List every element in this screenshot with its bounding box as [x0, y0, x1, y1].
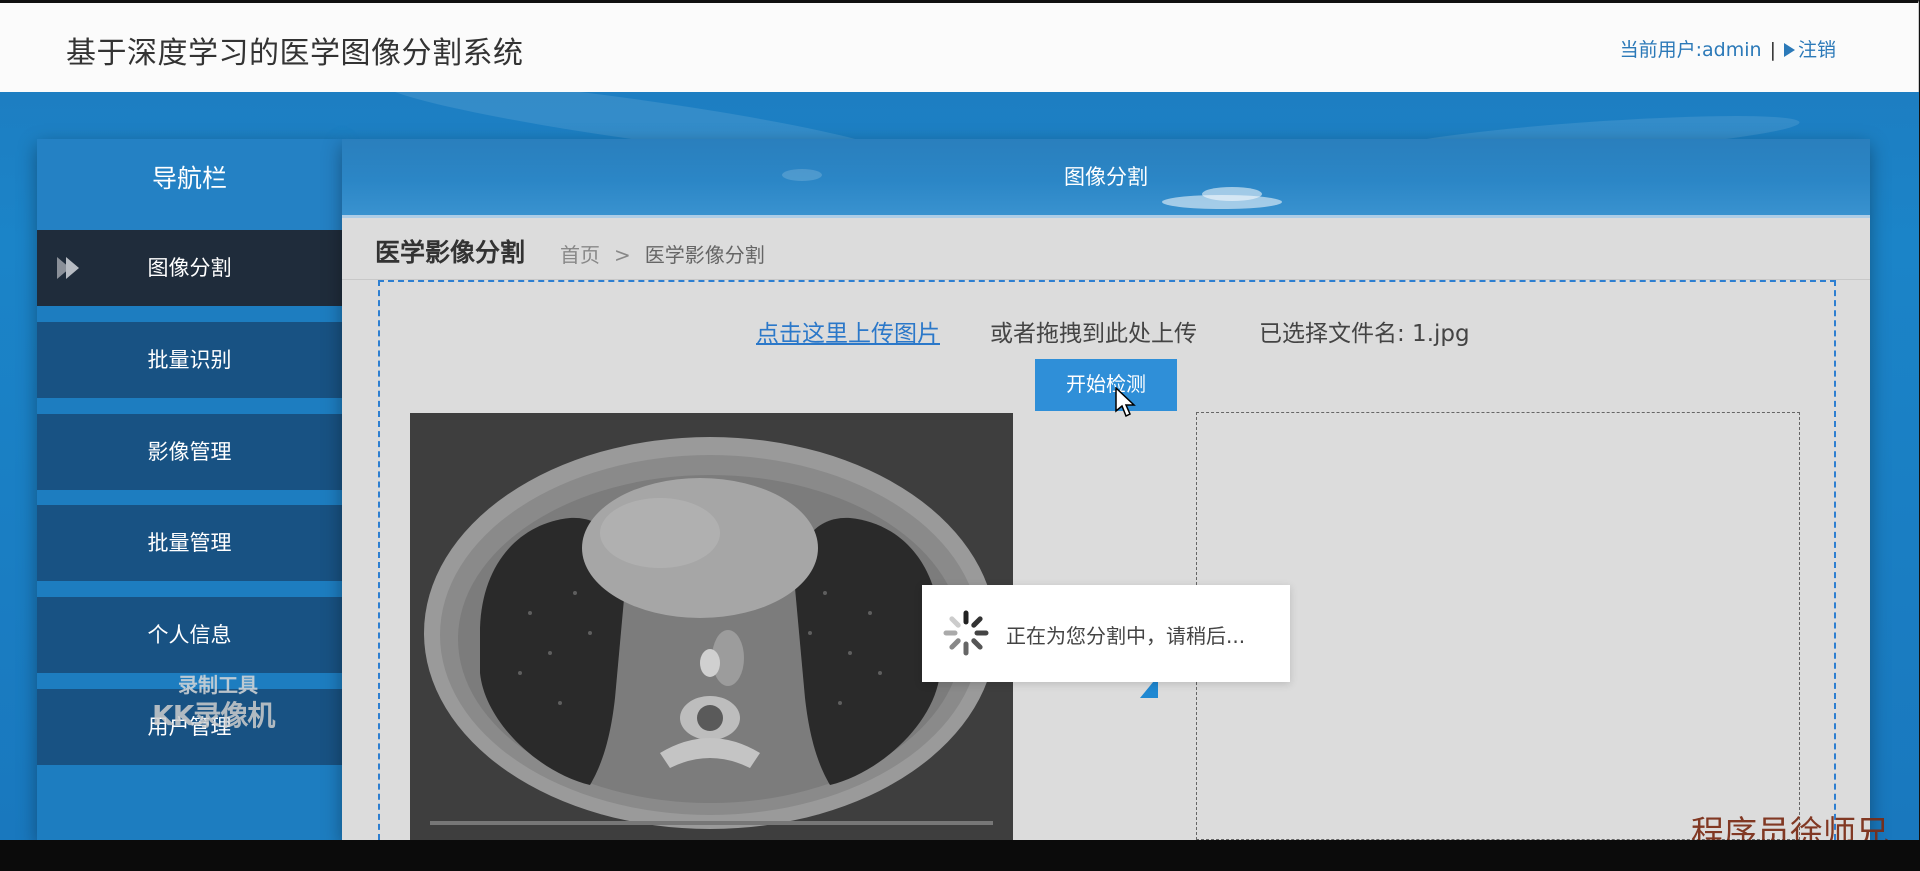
bottom-black-bar — [0, 840, 1920, 871]
current-user-label: 当前用户:admin — [1619, 39, 1762, 61]
sidebar-nav: 导航栏 图像分割 批量识别 影像管理 批量管理 个人信息 用户管理 — [37, 139, 342, 840]
loading-dialog: 正在为您分割中，请稍后... — [922, 585, 1290, 682]
logout-label: 注销 — [1797, 39, 1836, 61]
author-watermark: 程序员徐师兄 — [1691, 813, 1889, 840]
breadcrumb: 首页 > 医学影像分割 — [560, 239, 765, 268]
sidebar-item-label: 个人信息 — [147, 623, 232, 647]
sidebar-item-batch-recognition[interactable]: 批量识别 — [37, 322, 342, 398]
app-title: 基于深度学习的医学图像分割系统 — [66, 36, 524, 71]
sidebar-item-image-management[interactable]: 影像管理 — [37, 414, 342, 490]
recorder-watermark-line2: KK录像机 — [152, 699, 275, 732]
spinner-icon — [943, 610, 989, 656]
cloud — [782, 169, 822, 181]
mouse-cursor-icon — [1115, 387, 1136, 418]
loading-text: 正在为您分割中，请稍后... — [1006, 624, 1246, 648]
sidebar-item-label: 图像分割 — [147, 256, 232, 280]
user-area: 当前用户:admin | 注销 — [1620, 35, 1836, 62]
drag-hint: 或者拖拽到此处上传 — [990, 321, 1197, 347]
panel-header: 图像分割 — [342, 139, 1870, 215]
cloud — [1202, 187, 1262, 201]
divider — [342, 215, 1870, 218]
play-triangle-icon — [1783, 43, 1795, 57]
breadcrumb-current: 医学影像分割 — [644, 243, 765, 267]
screen: 基于深度学习的医学图像分割系统 当前用户:admin | 注销 导航栏 图像分割 批… — [0, 0, 1920, 840]
top-header: 基于深度学习的医学图像分割系统 当前用户:admin | 注销 — [0, 0, 1919, 92]
breadcrumb-home[interactable]: 首页 — [560, 243, 600, 267]
separator: | — [1769, 39, 1776, 61]
double-arrow-icon — [57, 257, 83, 279]
upload-image-link[interactable]: 点击这里上传图片 — [756, 314, 940, 348]
nav-title: 导航栏 — [37, 139, 342, 230]
logout-link[interactable]: 注销 — [1783, 39, 1836, 61]
page-title: 医学影像分割 — [375, 238, 526, 267]
sidebar-item-batch-management[interactable]: 批量管理 — [37, 505, 342, 581]
selected-file-name: 已选择文件名: 1.jpg — [1259, 321, 1470, 347]
breadcrumb-separator: > — [614, 243, 631, 267]
sidebar-item-personal-info[interactable]: 个人信息 — [37, 597, 342, 673]
panel-header-title: 图像分割 — [1064, 165, 1148, 189]
start-detection-button[interactable]: 开始检测 — [1035, 359, 1177, 411]
sidebar-item-label: 批量管理 — [147, 531, 232, 555]
sidebar-item-label: 影像管理 — [147, 440, 232, 464]
sidebar-item-label: 批量识别 — [147, 348, 232, 372]
sidebar-item-image-segmentation[interactable]: 图像分割 — [37, 230, 342, 306]
